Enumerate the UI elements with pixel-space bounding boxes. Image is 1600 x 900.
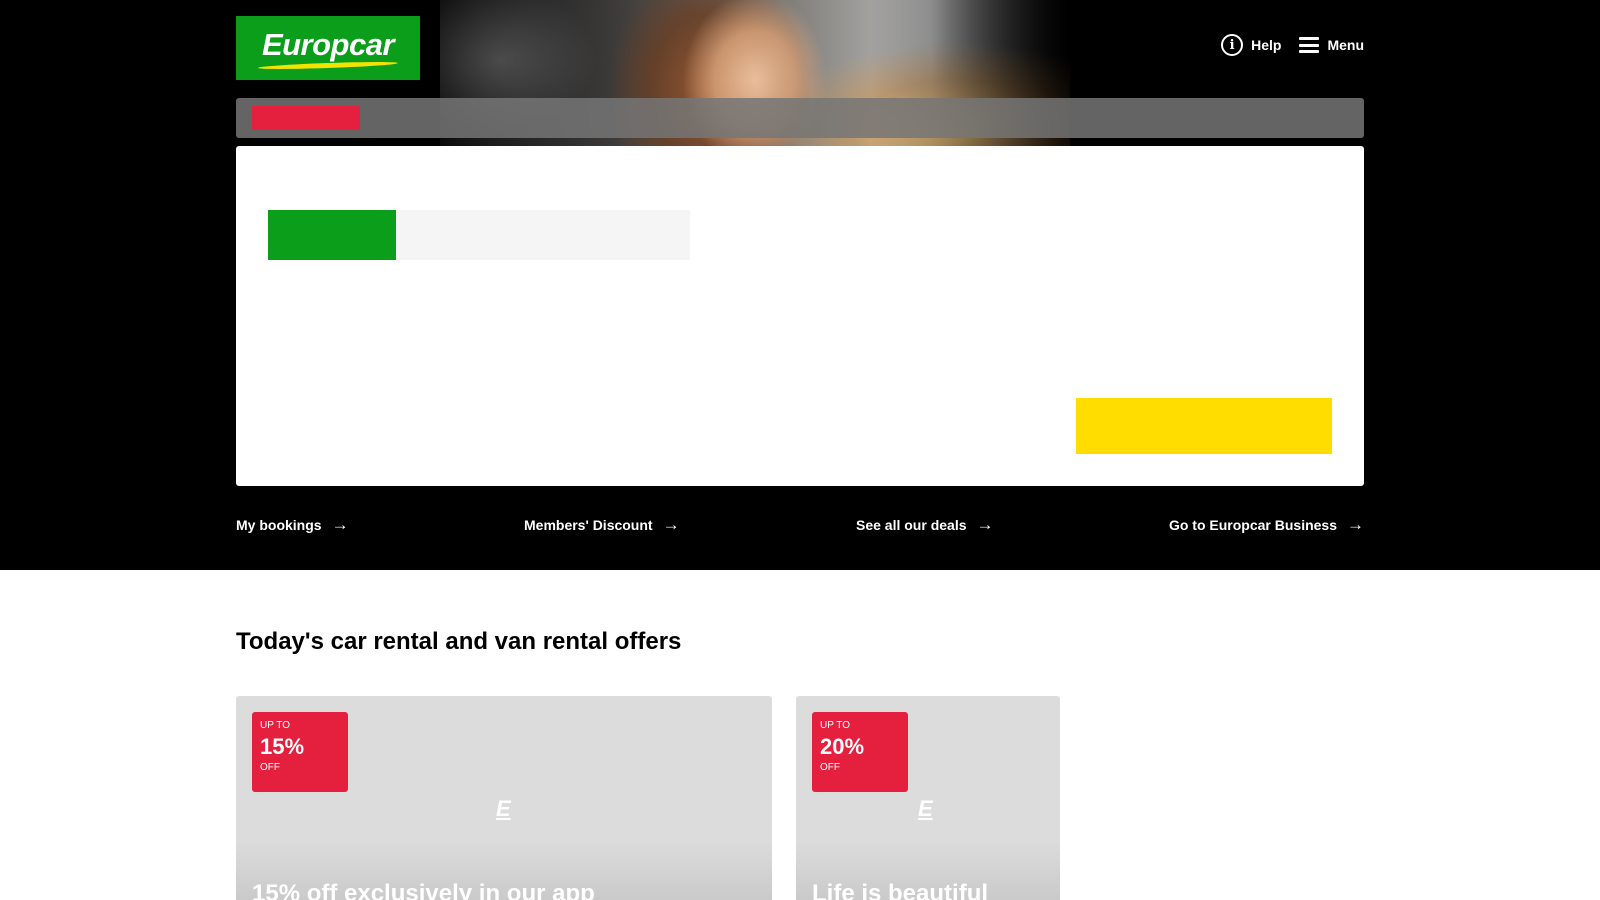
top-nav: i Help Menu xyxy=(1221,34,1364,56)
help-button[interactable]: i Help xyxy=(1221,34,1281,56)
badge-percentage: 20% xyxy=(820,734,865,759)
badge-off: OFF xyxy=(260,762,280,773)
logo-text: Europcar xyxy=(261,27,395,62)
see-all-deals-link[interactable]: See all our deals → xyxy=(856,516,994,533)
quick-link-label: Go to Europcar Business xyxy=(1168,516,1337,533)
quick-link-label: Members' Discount xyxy=(524,516,653,533)
badge-up-to: UP TO xyxy=(820,720,851,731)
europcar-logo[interactable]: Europcar xyxy=(236,16,420,80)
menu-label: Menu xyxy=(1327,37,1364,53)
burger-menu-icon xyxy=(1299,37,1320,53)
my-bookings-link[interactable]: My bookings → xyxy=(236,516,349,533)
members-discount-link[interactable]: Members' Discount → xyxy=(524,516,680,533)
logo-swoosh-icon xyxy=(257,60,399,71)
quick-link-label: My bookings xyxy=(236,516,322,533)
discount-badge: UP TO 20% OFF xyxy=(812,712,908,792)
menu-button[interactable]: Menu xyxy=(1299,37,1364,53)
search-button[interactable] xyxy=(1076,398,1332,454)
arrow-right-icon: → xyxy=(976,515,994,534)
offer-card-title: 15% off exclusively in our app xyxy=(252,880,595,900)
badge-up-to: UP TO xyxy=(260,720,291,731)
arrow-right-icon: → xyxy=(662,515,680,534)
image-placeholder-icon: E xyxy=(918,796,933,821)
offer-card[interactable]: UP TO 15% OFF E 15% off exclusively in o… xyxy=(236,696,772,900)
quick-links: My bookings → Members' Discount → See al… xyxy=(236,516,1364,538)
offer-card-title: Life is beautiful xyxy=(812,880,989,900)
arrow-right-icon: → xyxy=(1347,515,1364,534)
trip-type-toggle-unselected[interactable] xyxy=(396,210,690,260)
booking-tab-bar xyxy=(236,98,1364,138)
image-placeholder-icon: E xyxy=(496,796,511,821)
quick-link-label: See all our deals xyxy=(856,516,967,533)
badge-off: OFF xyxy=(820,762,840,773)
offers-section-title: Today's car rental and van rental offers xyxy=(236,628,682,655)
trip-type-toggle-selected[interactable] xyxy=(268,210,396,260)
info-icon: i xyxy=(1221,34,1244,56)
booking-form-panel xyxy=(236,146,1364,486)
help-label: Help xyxy=(1251,37,1282,53)
discount-badge: UP TO 15% OFF xyxy=(252,712,348,792)
europcar-business-link[interactable]: Go to Europcar Business → xyxy=(1169,516,1364,533)
badge-percentage: 15% xyxy=(260,734,305,759)
offer-card[interactable]: UP TO 20% OFF E Life is beautiful xyxy=(796,696,1060,900)
arrow-right-icon: → xyxy=(331,515,349,534)
booking-tab-active[interactable] xyxy=(252,106,360,130)
hero-section: Europcar i Help Menu My bookings → Membe… xyxy=(0,0,1600,570)
